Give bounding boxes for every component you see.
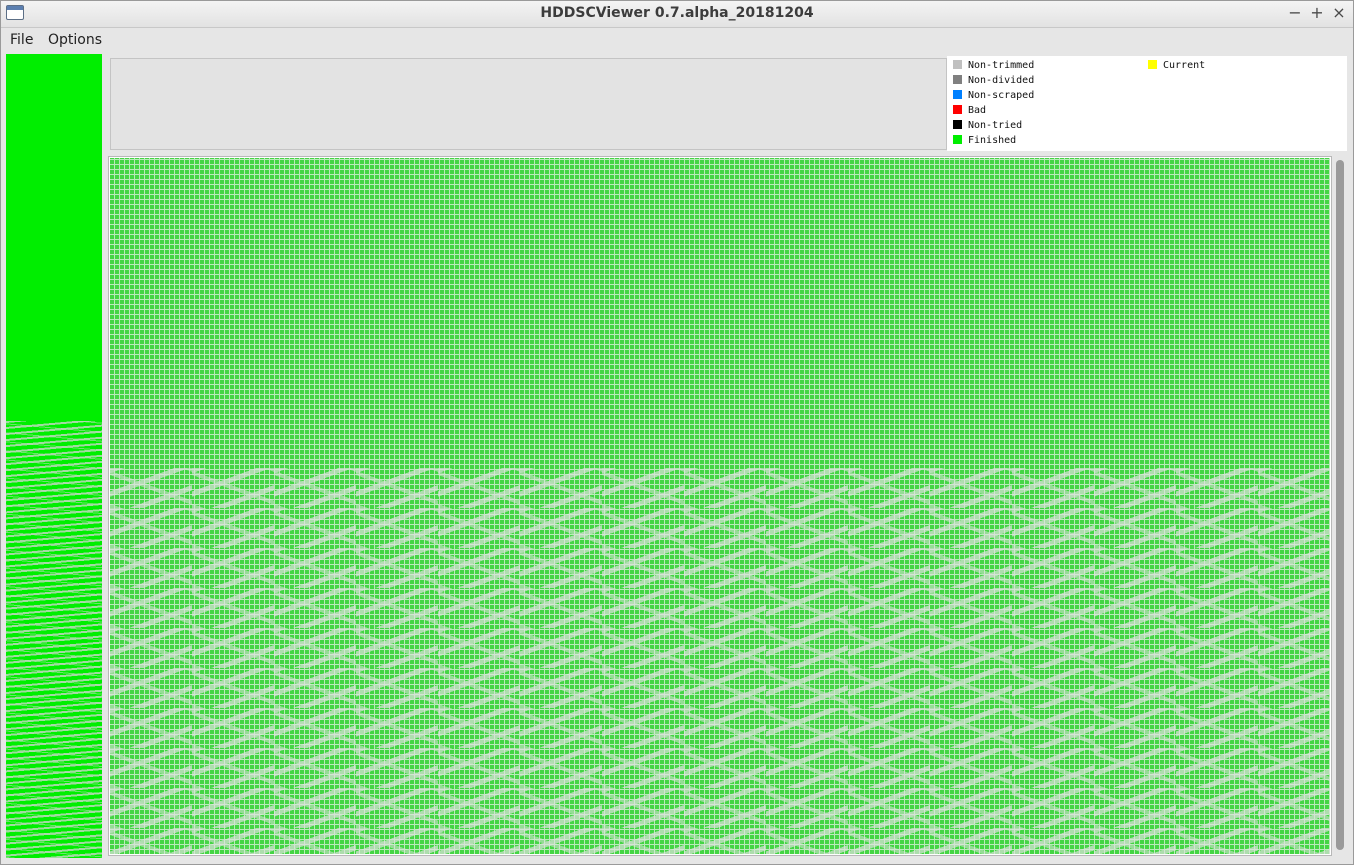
non-scraped-swatch: [953, 90, 962, 99]
minimize-button[interactable]: −: [1285, 3, 1305, 23]
legend-label: Bad: [968, 105, 987, 116]
current-swatch: [1148, 60, 1157, 69]
menu-file[interactable]: File: [10, 32, 33, 48]
vertical-scrollbar[interactable]: [1333, 156, 1347, 854]
non-divided-swatch: [953, 75, 962, 84]
info-panel: [110, 58, 947, 150]
legend-label: Current: [1163, 60, 1206, 71]
non-trimmed-swatch: [953, 60, 962, 69]
legend-item-non-trimmed: Non-trimmed: [953, 60, 1034, 74]
legend-label: Non-scraped: [968, 90, 1035, 101]
title-bar[interactable]: HDDSCViewer 0.7.alpha_20181204 − + ×: [1, 1, 1353, 28]
disk-overview-map[interactable]: [6, 54, 102, 858]
legend-item-non-tried: Non-tried: [953, 120, 1022, 134]
legend-item-finished: Finished: [953, 135, 1016, 149]
close-button[interactable]: ×: [1329, 3, 1349, 23]
overview-finished-region: [6, 54, 102, 421]
overview-mixed-region: [6, 421, 102, 858]
legend-label: Finished: [968, 135, 1017, 146]
legend-label: Non-divided: [968, 75, 1035, 86]
block-grid[interactable]: [110, 158, 1330, 854]
menu-options[interactable]: Options: [48, 32, 102, 48]
window-title: HDDSCViewer 0.7.alpha_20181204: [540, 5, 814, 21]
scrollbar-thumb[interactable]: [1336, 160, 1344, 850]
finished-swatch: [953, 135, 962, 144]
legend-item-current: Current: [1148, 60, 1205, 74]
menu-bar: File Options: [1, 28, 1353, 52]
maximize-button[interactable]: +: [1307, 3, 1327, 23]
legend-item-non-scraped: Non-scraped: [953, 90, 1034, 104]
legend: Non-trimmed Non-divided Non-scraped Bad …: [947, 56, 1347, 151]
legend-label: Non-trimmed: [968, 60, 1035, 71]
legend-item-bad: Bad: [953, 105, 986, 119]
non-trimmed-pattern-region: [110, 468, 1330, 854]
non-tried-swatch: [953, 120, 962, 129]
block-map-view[interactable]: [108, 156, 1332, 856]
app-window: HDDSCViewer 0.7.alpha_20181204 − + × Fil…: [0, 0, 1354, 865]
legend-label: Non-tried: [968, 120, 1023, 131]
legend-item-non-divided: Non-divided: [953, 75, 1034, 89]
bad-swatch: [953, 105, 962, 114]
